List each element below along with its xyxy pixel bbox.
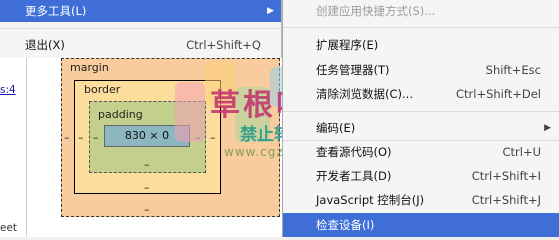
menu-item-label: 任务管理器(T): [316, 63, 390, 77]
border-bottom-value[interactable]: –: [144, 181, 150, 194]
menu-item-label: 查看源代码(O): [316, 145, 392, 159]
submenu-item-extensions[interactable]: 扩展程序(E): [283, 34, 559, 57]
menu-item-label: JavaScript 控制台(J): [316, 193, 425, 207]
submenu-item-inspect-devices[interactable]: 检查设备(I): [283, 213, 559, 237]
border-label: border: [84, 83, 121, 96]
submenu-item-dev-tools[interactable]: 开发者工具(D) Ctrl+Shift+I: [283, 165, 559, 188]
more-tools-submenu: 创建应用快捷方式(S)... 扩展程序(E) 任务管理器(T) Shift+Es…: [282, 0, 559, 237]
border-left-value[interactable]: –: [78, 131, 84, 144]
menu-item-label: 编码(E): [316, 121, 356, 135]
submenu-item-clear-data[interactable]: 清除浏览数据(C)... Ctrl+Shift+Del: [283, 83, 559, 106]
submenu-item-create-shortcut: 创建应用快捷方式(S)...: [283, 0, 559, 23]
menu-item-exit[interactable]: 退出(X) Ctrl+Shift+Q: [0, 34, 281, 56]
menu-item-more-tools[interactable]: 更多工具(L) ▶: [0, 0, 281, 22]
main-menu: 更多工具(L) ▶ 退出(X) Ctrl+Shift+Q: [0, 0, 282, 58]
padding-label: padding: [98, 108, 143, 121]
margin-left-value[interactable]: –: [64, 131, 70, 144]
menu-item-shortcut: Ctrl+U: [502, 145, 541, 159]
menu-item-label: 扩展程序(E): [316, 38, 379, 52]
margin-label: margin: [70, 61, 109, 74]
submenu-item-task-manager[interactable]: 任务管理器(T) Shift+Esc: [283, 59, 559, 82]
menu-item-shortcut: Ctrl+Shift+Q: [186, 38, 261, 52]
padding-bottom-value[interactable]: –: [144, 158, 150, 171]
menu-item-shortcut: Ctrl+Shift+J: [471, 193, 541, 207]
submenu-arrow-icon: ▶: [544, 123, 551, 133]
menu-divider: [283, 27, 559, 28]
source-link[interactable]: s:4: [0, 84, 16, 96]
submenu-arrow-icon: ▶: [267, 6, 274, 16]
menu-item-label: 更多工具(L): [25, 4, 87, 18]
menu-item-label: 创建应用快捷方式(S)...: [316, 4, 436, 18]
menu-item-label: 退出(X): [25, 38, 65, 52]
margin-bottom-value[interactable]: –: [144, 203, 150, 216]
menu-item-label: 清除浏览数据(C)...: [316, 87, 413, 101]
menu-divider: [0, 28, 281, 29]
menu-divider: [283, 111, 559, 112]
submenu-item-js-console[interactable]: JavaScript 控制台(J) Ctrl+Shift+J: [283, 189, 559, 212]
menu-item-label: 检查设备(I): [316, 218, 375, 232]
padding-left-value[interactable]: –: [93, 131, 99, 144]
menu-item-shortcut: Ctrl+Shift+Del: [456, 87, 541, 101]
submenu-item-encoding[interactable]: 编码(E) ▶: [283, 117, 559, 140]
menu-item-label: 开发者工具(D): [316, 169, 392, 183]
submenu-item-view-source[interactable]: 查看源代码(O) Ctrl+U: [283, 141, 559, 164]
menu-item-shortcut: Shift+Esc: [485, 63, 541, 77]
menu-item-shortcut: Ctrl+Shift+I: [471, 169, 541, 183]
stylesheet-label: eet: [0, 222, 18, 234]
